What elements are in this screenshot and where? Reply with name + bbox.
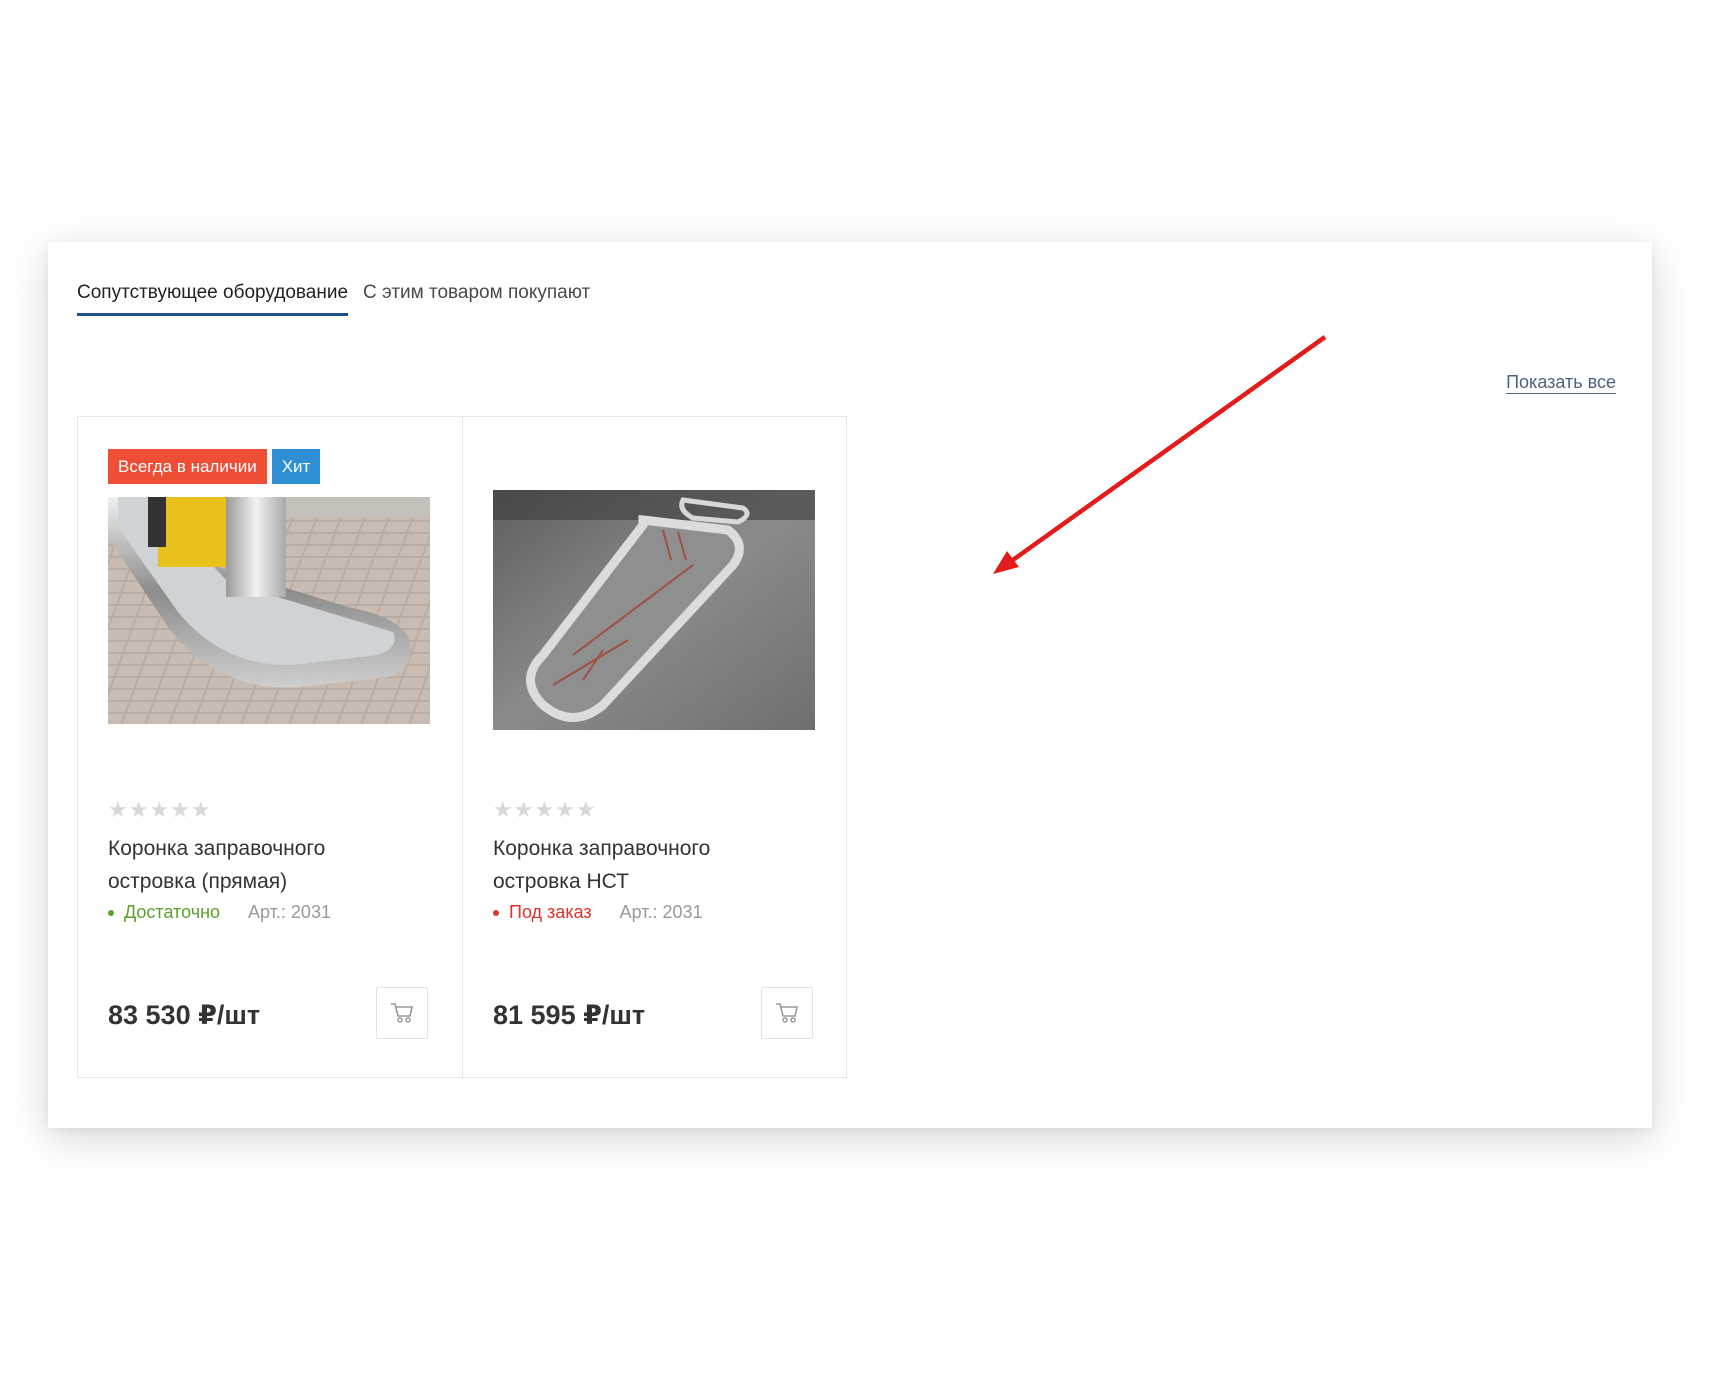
- annotation-arrow-icon: [993, 335, 1327, 574]
